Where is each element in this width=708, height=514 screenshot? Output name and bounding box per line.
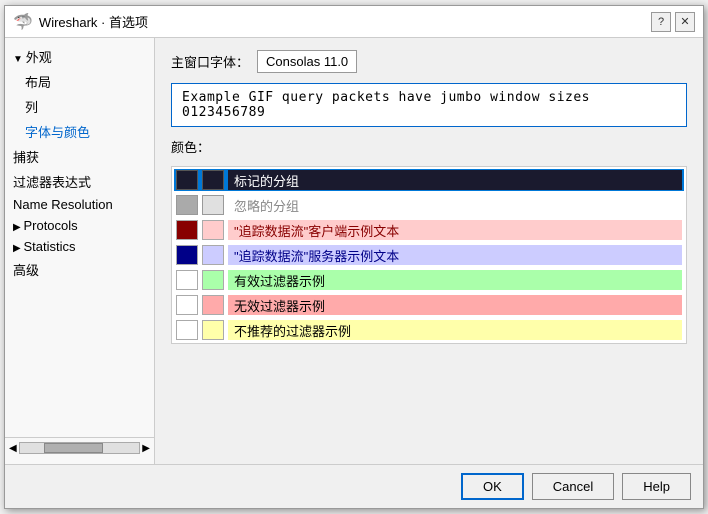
sidebar-item-columns[interactable]: 列	[5, 94, 154, 119]
color-row-server-stream[interactable]: "追踪数据流"服务器示例文本	[174, 244, 684, 266]
dialog-body: 外观 布局 列 字体与颜色 捕获 过滤器表达式 Name Res	[5, 38, 703, 464]
bg-swatch-valid[interactable]	[202, 270, 224, 290]
app-icon: 🦈	[13, 12, 33, 32]
fg-swatch-valid[interactable]	[176, 270, 198, 290]
sidebar-scroll-left[interactable]: ◀	[9, 443, 17, 454]
color-row-marked[interactable]: 标记的分组	[174, 169, 684, 191]
color-label-valid: 有效过滤器示例	[228, 270, 682, 290]
ok-button[interactable]: OK	[461, 473, 524, 500]
fg-swatch-invalid[interactable]	[176, 295, 198, 315]
title-bar-controls: ? ✕	[651, 12, 695, 32]
sidebar-item-capture[interactable]: 捕获	[5, 144, 154, 169]
bg-swatch-ignored[interactable]	[202, 195, 224, 215]
sidebar-scroll-right[interactable]: ▶	[142, 443, 150, 454]
sidebar-item-filter-expr[interactable]: 过滤器表达式	[5, 169, 154, 194]
color-row-ignored[interactable]: 忽略的分组	[174, 194, 684, 216]
sidebar-item-layout[interactable]: 布局	[5, 69, 154, 94]
preview-box: Example GIF query packets have jumbo win…	[171, 83, 687, 127]
close-button[interactable]: ✕	[675, 12, 695, 32]
color-label-invalid: 无效过滤器示例	[228, 295, 682, 315]
bg-swatch-marked[interactable]	[202, 170, 224, 190]
color-label-deprecated: 不推荐的过滤器示例	[228, 320, 682, 340]
fg-swatch-marked[interactable]	[176, 170, 198, 190]
dialog-footer: OK Cancel Help	[5, 464, 703, 508]
color-label-marked: 标记的分组	[228, 170, 682, 190]
color-label-ignored: 忽略的分组	[228, 195, 682, 215]
color-row-valid-filter[interactable]: 有效过滤器示例	[174, 269, 684, 291]
cancel-button[interactable]: Cancel	[532, 473, 614, 500]
help-footer-button[interactable]: Help	[622, 473, 691, 500]
colors-label: 颜色：	[171, 137, 687, 156]
font-label: 主窗口字体：	[171, 52, 249, 71]
sidebar: 外观 布局 列 字体与颜色 捕获 过滤器表达式 Name Res	[5, 38, 155, 464]
sidebar-item-font-color[interactable]: 字体与颜色	[5, 119, 154, 144]
help-button[interactable]: ?	[651, 12, 671, 32]
color-row-client-stream[interactable]: "追踪数据流"客户端示例文本	[174, 219, 684, 241]
sidebar-item-name-res[interactable]: Name Resolution	[5, 194, 154, 215]
color-label-client: "追踪数据流"客户端示例文本	[228, 220, 682, 240]
preferences-dialog: 🦈 Wireshark · 首选项 ? ✕ 外观 布局 列 字体与颜色	[4, 5, 704, 509]
bg-swatch-invalid[interactable]	[202, 295, 224, 315]
color-list: 标记的分组 忽略的分组 "追踪数据流"客户端示例文本	[171, 166, 687, 344]
bg-swatch-client[interactable]	[202, 220, 224, 240]
sidebar-scrollbar[interactable]	[19, 442, 141, 454]
title-bar-left: 🦈 Wireshark · 首选项	[13, 12, 148, 32]
fg-swatch-client[interactable]	[176, 220, 198, 240]
color-row-deprecated-filter[interactable]: 不推荐的过滤器示例	[174, 319, 684, 341]
sidebar-item-advanced[interactable]: 高级	[5, 257, 154, 282]
sidebar-section: 外观 布局 列 字体与颜色 捕获 过滤器表达式 Name Res	[5, 44, 154, 282]
color-row-invalid-filter[interactable]: 无效过滤器示例	[174, 294, 684, 316]
sidebar-item-statistics[interactable]: Statistics	[5, 236, 154, 257]
bg-swatch-deprecated[interactable]	[202, 320, 224, 340]
title-bar: 🦈 Wireshark · 首选项 ? ✕	[5, 6, 703, 38]
fg-swatch-ignored[interactable]	[176, 195, 198, 215]
sidebar-item-appearance[interactable]: 外观	[5, 44, 154, 69]
font-row: 主窗口字体： Consolas 11.0	[171, 50, 687, 73]
fg-swatch-deprecated[interactable]	[176, 320, 198, 340]
bg-swatch-server[interactable]	[202, 245, 224, 265]
color-label-server: "追踪数据流"服务器示例文本	[228, 245, 682, 265]
sidebar-item-protocols[interactable]: Protocols	[5, 215, 154, 236]
font-value-display: Consolas 11.0	[257, 50, 357, 73]
main-content: 主窗口字体： Consolas 11.0 Example GIF query p…	[155, 38, 703, 464]
dialog-title: Wireshark · 首选项	[39, 12, 148, 31]
fg-swatch-server[interactable]	[176, 245, 198, 265]
